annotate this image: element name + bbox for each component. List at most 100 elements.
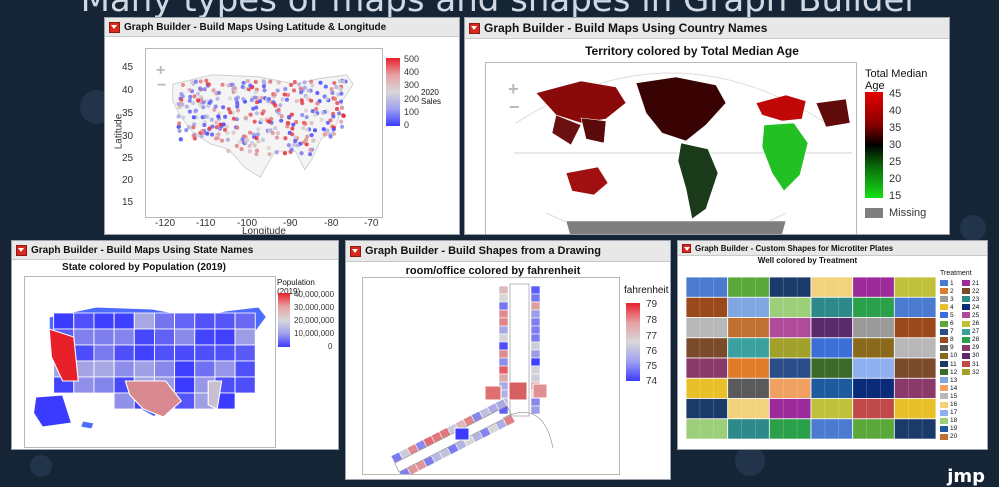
well-block — [727, 317, 770, 339]
well-block — [768, 357, 812, 379]
sales-point — [235, 108, 241, 113]
legend-swatch — [962, 288, 970, 295]
state-shape — [234, 376, 256, 394]
sales-point — [254, 111, 259, 116]
well-block — [810, 357, 854, 379]
state-shape — [214, 328, 236, 346]
legend-item: 23 — [962, 295, 979, 303]
legend-title: fahrenheit — [624, 285, 669, 296]
legend-tick: 20 — [889, 173, 902, 185]
zoom-out-icon[interactable]: − — [509, 97, 520, 118]
sales-point — [318, 80, 323, 85]
y-tick: 20 — [122, 175, 134, 186]
well-block — [727, 296, 770, 318]
sales-point — [251, 132, 256, 137]
room-shape — [498, 325, 509, 335]
hall-outline — [394, 405, 512, 473]
sales-point — [312, 128, 318, 133]
sales-point — [308, 152, 313, 157]
state-shape — [73, 344, 95, 362]
panel-floorplan: Graph Builder - Build Shapes from a Draw… — [345, 240, 671, 480]
legend-swatch — [940, 336, 948, 343]
sales-point — [340, 105, 345, 110]
sales-point — [324, 96, 329, 101]
legend-label: 14 — [950, 384, 958, 392]
red-triangle-menu-icon[interactable] — [109, 21, 120, 33]
sales-point — [319, 117, 324, 122]
legend-item: 27 — [962, 328, 979, 336]
room-shape — [530, 349, 541, 359]
red-triangle-menu-icon[interactable] — [469, 22, 480, 34]
sales-point — [253, 95, 258, 100]
sales-point — [187, 98, 192, 103]
sales-point — [197, 86, 203, 91]
legend-label: 29 — [972, 344, 980, 352]
legend-item: 10 — [940, 352, 957, 360]
legend-label: 5 — [950, 311, 954, 319]
panel-header-title: Graph Builder - Build Maps Using Country… — [484, 21, 768, 35]
legend-item: 3 — [940, 295, 954, 303]
sales-point — [291, 142, 297, 148]
well-block — [686, 398, 729, 420]
panel-header-title: Graph Builder - Build Shapes from a Draw… — [365, 245, 601, 257]
sales-point — [217, 126, 223, 131]
well-block — [768, 277, 812, 298]
red-triangle-menu-icon[interactable] — [682, 243, 691, 253]
legend-swatch — [940, 361, 948, 367]
room-shape — [508, 381, 528, 401]
panel-state-map: Graph Builder - Build Maps Using State N… — [11, 240, 339, 450]
legend-swatch — [940, 393, 948, 400]
panel-microtiter: Graph Builder - Custom Shapes for Microt… — [677, 240, 988, 450]
sales-point — [304, 127, 309, 132]
legend-label: 13 — [950, 376, 958, 384]
state-shape — [194, 312, 216, 330]
sales-point — [335, 101, 340, 106]
red-triangle-menu-icon[interactable] — [16, 244, 27, 256]
sales-point — [199, 134, 204, 139]
legend-tick: 40,000,000 — [294, 290, 335, 299]
legend-swatch — [940, 344, 948, 351]
state-shape — [194, 344, 216, 362]
legend-swatch — [962, 352, 970, 359]
state-shape — [194, 360, 216, 378]
sales-point — [231, 130, 236, 135]
well-block — [893, 277, 936, 298]
panel-header-title: Graph Builder - Build Maps Using State N… — [31, 244, 254, 256]
room-shape — [530, 293, 541, 303]
plot-area — [686, 277, 936, 439]
state-shape — [93, 376, 115, 394]
legend-swatch — [962, 304, 970, 311]
red-triangle-menu-icon[interactable] — [350, 245, 361, 257]
room-shape — [530, 285, 541, 295]
color-gradient-legend — [626, 303, 640, 381]
color-gradient-legend — [386, 58, 400, 126]
state-shape — [174, 360, 196, 378]
sales-point — [306, 88, 311, 93]
room-shape — [498, 333, 509, 343]
legend-tick: 30 — [889, 139, 902, 151]
state-shape — [113, 328, 135, 346]
zoom-out-icon[interactable]: − — [157, 77, 166, 95]
well-block — [727, 337, 770, 359]
sales-point — [311, 138, 316, 143]
well-block — [686, 317, 729, 339]
sales-point — [328, 134, 333, 139]
floorplan-shapes — [390, 283, 554, 474]
state-shape — [174, 344, 196, 362]
legend-tick: 40 — [889, 105, 902, 117]
x-tick: -70 — [364, 218, 379, 229]
well-block — [727, 377, 770, 400]
sales-point — [225, 130, 230, 135]
state-shape — [214, 360, 236, 378]
sales-point — [201, 100, 206, 105]
legend-label: 4 — [950, 303, 954, 311]
room-shape — [498, 309, 509, 319]
legend-label: 10 — [950, 352, 958, 360]
legend-label: 27 — [972, 328, 980, 336]
legend-label: 19 — [950, 425, 958, 433]
well-block — [768, 377, 812, 400]
legend-tick: 35 — [889, 122, 902, 134]
state-shape — [234, 360, 256, 378]
well-block — [852, 277, 895, 298]
legend-swatch — [940, 288, 948, 295]
